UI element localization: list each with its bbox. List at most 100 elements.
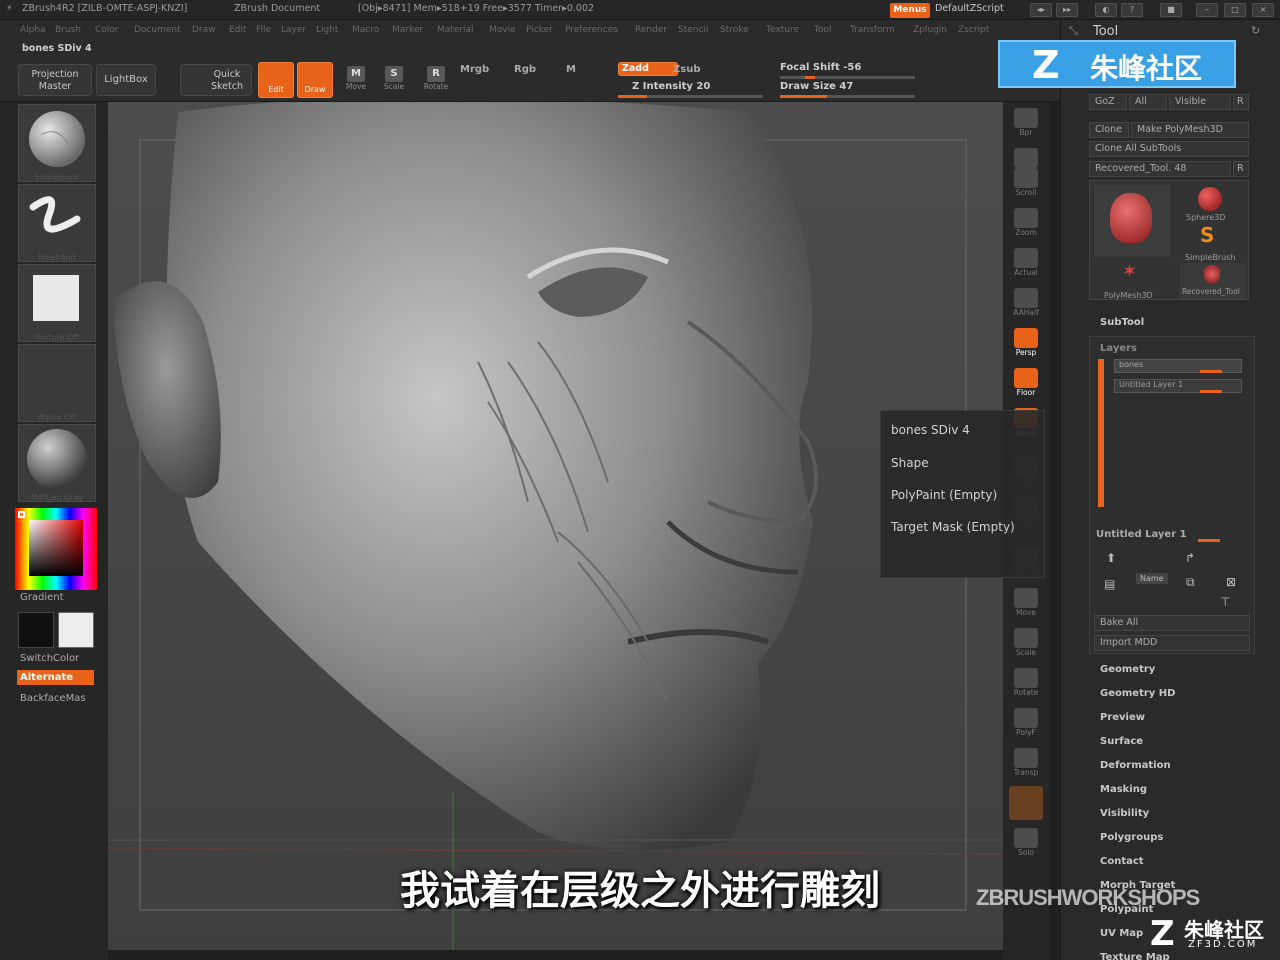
- goz-button[interactable]: GoZ: [1089, 94, 1127, 110]
- layer-scroll-bar[interactable]: [1098, 359, 1104, 507]
- layer-new-icon[interactable]: ▤: [1104, 577, 1115, 591]
- polymesh3d-icon[interactable]: ✶: [1122, 261, 1137, 282]
- zsub-button[interactable]: Zsub: [673, 64, 700, 75]
- layer-delete-icon[interactable]: ⊠: [1226, 575, 1236, 589]
- shelf-rotate-button[interactable]: Rotate: [1008, 666, 1044, 700]
- menu-item-texture[interactable]: Texture: [766, 25, 799, 35]
- menu-item-transform[interactable]: Transform: [850, 25, 895, 35]
- layers-title[interactable]: Layers: [1100, 343, 1137, 354]
- tool-palette-title[interactable]: Tool: [1093, 24, 1118, 39]
- menu-item-alpha[interactable]: Alpha: [20, 25, 46, 35]
- color-scheme-icon[interactable]: ◐: [1095, 3, 1117, 17]
- backface-mask-button[interactable]: BackfaceMas: [20, 693, 86, 704]
- menu-item-color[interactable]: Color: [95, 25, 119, 35]
- texture-thumbnail[interactable]: Alpha Off: [18, 344, 96, 422]
- sphere3d-icon[interactable]: [1198, 187, 1222, 211]
- layer-up-icon[interactable]: ⬆: [1106, 551, 1116, 565]
- menu-item-material[interactable]: Material: [437, 25, 474, 35]
- clone-all-subtools-button[interactable]: Clone All SubTools: [1089, 141, 1249, 157]
- shelf-solo-button[interactable]: Solo: [1008, 826, 1044, 860]
- section-preview[interactable]: Preview: [1100, 712, 1145, 723]
- shelf-scale-button[interactable]: Scale: [1008, 626, 1044, 660]
- projection-master-button[interactable]: Projection Master: [18, 64, 92, 96]
- menu-item-preferences[interactable]: Preferences: [565, 25, 618, 35]
- menu-item-zscript[interactable]: Zscript: [958, 25, 989, 35]
- color-picker[interactable]: [15, 508, 97, 590]
- focal-shift-track[interactable]: [780, 76, 915, 79]
- section-polygroups[interactable]: Polygroups: [1100, 832, 1163, 843]
- menu-item-layer[interactable]: Layer: [281, 25, 306, 35]
- menu-item-stroke[interactable]: Stroke: [720, 25, 749, 35]
- maximize-icon[interactable]: □: [1224, 3, 1246, 17]
- secondary-color-swatch[interactable]: [18, 612, 54, 648]
- menu-item-stencil[interactable]: Stencil: [678, 25, 708, 35]
- quick-sketch-button[interactable]: Quick Sketch: [180, 64, 252, 96]
- mrgb-button[interactable]: Mrgb: [460, 64, 489, 75]
- menu-item-picker[interactable]: Picker: [526, 25, 553, 35]
- shelf-polyf-button[interactable]: PolyF: [1008, 706, 1044, 740]
- menu-item-tool[interactable]: Tool: [814, 25, 831, 35]
- layer-intensity-bar[interactable]: [1200, 370, 1222, 373]
- section-uv-map[interactable]: UV Map: [1100, 928, 1143, 939]
- focal-shift-slider[interactable]: Focal Shift -56: [780, 62, 861, 73]
- shelf-floor-button[interactable]: Floor: [1008, 366, 1044, 400]
- bake-all-button[interactable]: Bake All: [1094, 615, 1250, 631]
- rotate-button[interactable]: R Rotate: [420, 66, 452, 98]
- layout-prev-icon[interactable]: ◂▸: [1030, 3, 1052, 17]
- menu-item-macro[interactable]: Macro: [352, 25, 379, 35]
- color-square[interactable]: [29, 520, 83, 576]
- shelf-actual-button[interactable]: Actual: [1008, 246, 1044, 280]
- layer-intensity-bar-2[interactable]: [1200, 390, 1222, 393]
- main-color-swatch[interactable]: [58, 612, 94, 648]
- layer-redo-icon[interactable]: ↱: [1185, 551, 1195, 565]
- section-masking[interactable]: Masking: [1100, 784, 1147, 795]
- default-zscript-button[interactable]: DefaultZScript: [935, 3, 1004, 14]
- subtool-section[interactable]: SubTool: [1100, 317, 1144, 328]
- menu-item-movie[interactable]: Movie: [489, 25, 516, 35]
- alpha-thumbnail[interactable]: Texture Off: [18, 264, 96, 342]
- lightbox-button[interactable]: LightBox: [96, 64, 156, 96]
- layer-split-icon[interactable]: ⊤: [1220, 595, 1230, 609]
- m-button[interactable]: M: [566, 64, 576, 75]
- menu-item-edit[interactable]: Edit: [229, 25, 246, 35]
- layer-row-bones[interactable]: bones: [1114, 359, 1242, 373]
- r-button[interactable]: R: [1233, 94, 1249, 110]
- gradient-label[interactable]: Gradient: [20, 592, 64, 603]
- draw-size-slider[interactable]: Draw Size 47: [780, 81, 853, 92]
- z-intensity-slider[interactable]: Z Intensity 20: [632, 81, 710, 92]
- section-geometry-hd[interactable]: Geometry HD: [1100, 688, 1175, 699]
- recovered-tool-thumbnail[interactable]: Recovered_Tool: [1180, 263, 1246, 299]
- menu-item-zplugin[interactable]: Zplugin: [913, 25, 947, 35]
- draw-button[interactable]: Draw: [297, 62, 333, 98]
- section-deformation[interactable]: Deformation: [1100, 760, 1171, 771]
- shelf-transp-button[interactable]: Transp: [1008, 746, 1044, 780]
- current-tool-name[interactable]: Recovered_Tool. 48: [1089, 161, 1231, 177]
- layer-copy-icon[interactable]: ⧉: [1186, 575, 1195, 590]
- menu-item-render[interactable]: Render: [635, 25, 667, 35]
- focal-shift-thumb[interactable]: [805, 76, 815, 79]
- selected-layer-strength[interactable]: [1198, 539, 1220, 542]
- head-sculpt[interactable]: [108, 102, 1003, 950]
- layer-row-untitled[interactable]: Untitled Layer 1: [1114, 379, 1242, 393]
- stroke-thumbnail[interactable]: Freehand: [18, 184, 96, 262]
- rgb-button[interactable]: Rgb: [514, 64, 536, 75]
- simplebrush-icon[interactable]: S: [1200, 223, 1214, 247]
- menus-toggle-button[interactable]: Menus: [890, 3, 930, 18]
- section-geometry[interactable]: Geometry: [1100, 664, 1155, 675]
- scale-button[interactable]: S Scale: [378, 66, 410, 98]
- minimize-icon[interactable]: –: [1196, 3, 1218, 17]
- r-button-2[interactable]: R: [1233, 161, 1249, 177]
- layout-next-icon[interactable]: ▸▸: [1056, 3, 1078, 17]
- popup-item-target-mask[interactable]: Target Mask (Empty): [891, 520, 1015, 534]
- clone-button[interactable]: Clone: [1089, 122, 1129, 138]
- make-polymesh-button[interactable]: Make PolyMesh3D: [1131, 122, 1249, 138]
- shelf-aahalf-button[interactable]: AAHalf: [1008, 286, 1044, 320]
- layer-name-button[interactable]: Name: [1136, 573, 1168, 584]
- switch-color-button[interactable]: SwitchColor: [20, 653, 79, 664]
- menu-item-document[interactable]: Document: [134, 25, 181, 35]
- menu-item-file[interactable]: File: [256, 25, 271, 35]
- refresh-icon[interactable]: ↻: [1251, 24, 1260, 37]
- shelf-persp-button[interactable]: Persp: [1008, 326, 1044, 360]
- import-mdd-button[interactable]: Import MDD: [1094, 635, 1250, 651]
- popup-item-polypaint[interactable]: PolyPaint (Empty): [891, 488, 997, 502]
